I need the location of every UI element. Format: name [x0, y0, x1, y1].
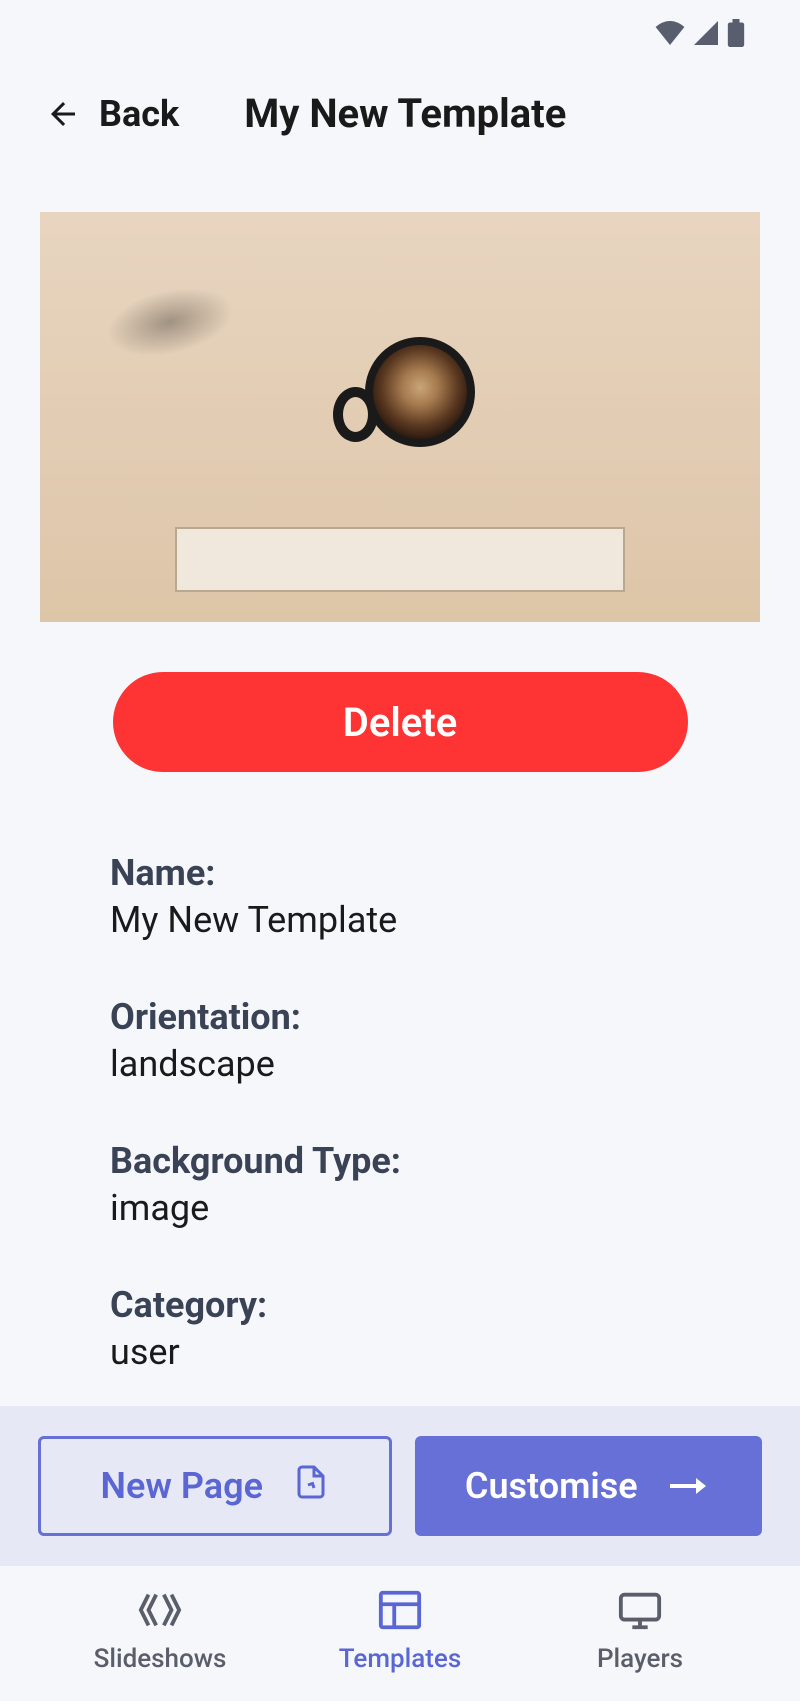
wifi-icon — [655, 21, 685, 49]
detail-bg-type: Background Type: image — [110, 1140, 690, 1229]
nav-slideshows[interactable]: Slideshows — [40, 1584, 280, 1674]
new-page-label: New Page — [101, 1465, 263, 1507]
back-arrow-icon — [45, 96, 81, 132]
orientation-value: landscape — [110, 1043, 690, 1085]
battery-icon — [727, 19, 745, 51]
signal-icon — [693, 21, 719, 49]
orientation-label: Orientation: — [110, 996, 690, 1038]
nav-players-label: Players — [597, 1644, 683, 1674]
arrow-right-icon — [668, 1465, 712, 1507]
customise-label: Customise — [465, 1465, 638, 1507]
decoration-shadow — [77, 282, 263, 362]
nav-slideshows-label: Slideshows — [94, 1644, 227, 1674]
bottom-nav: Slideshows Templates Players — [0, 1566, 800, 1701]
back-label: Back — [99, 93, 179, 135]
nav-templates[interactable]: Templates — [280, 1584, 520, 1674]
bg-type-label: Background Type: — [110, 1140, 690, 1182]
nav-templates-label: Templates — [339, 1644, 461, 1674]
category-label: Category: — [110, 1284, 690, 1326]
players-icon — [614, 1584, 666, 1636]
slideshows-icon — [134, 1584, 186, 1636]
bg-type-value: image — [110, 1187, 690, 1229]
customise-button[interactable]: Customise — [415, 1436, 763, 1536]
details-section: Name: My New Template Orientation: lands… — [0, 772, 800, 1373]
detail-orientation: Orientation: landscape — [110, 996, 690, 1085]
nav-players[interactable]: Players — [520, 1584, 760, 1674]
new-page-icon — [293, 1464, 329, 1509]
name-value: My New Template — [110, 899, 690, 941]
bottom-actions-bar: New Page Customise — [0, 1406, 800, 1566]
page-title: My New Template — [244, 90, 566, 137]
template-preview-image[interactable] — [40, 212, 760, 622]
preview-text-box — [175, 527, 625, 592]
new-page-button[interactable]: New Page — [38, 1436, 392, 1536]
header-bar: Back My New Template — [0, 70, 800, 167]
detail-category: Category: user — [110, 1284, 690, 1373]
name-label: Name: — [110, 852, 690, 894]
back-button[interactable]: Back — [45, 93, 179, 135]
delete-label: Delete — [343, 699, 457, 746]
templates-icon — [374, 1584, 426, 1636]
delete-button[interactable]: Delete — [113, 672, 688, 772]
status-bar — [0, 0, 800, 70]
decoration-cup — [355, 337, 485, 467]
category-value: user — [110, 1331, 690, 1373]
detail-name: Name: My New Template — [110, 852, 690, 941]
